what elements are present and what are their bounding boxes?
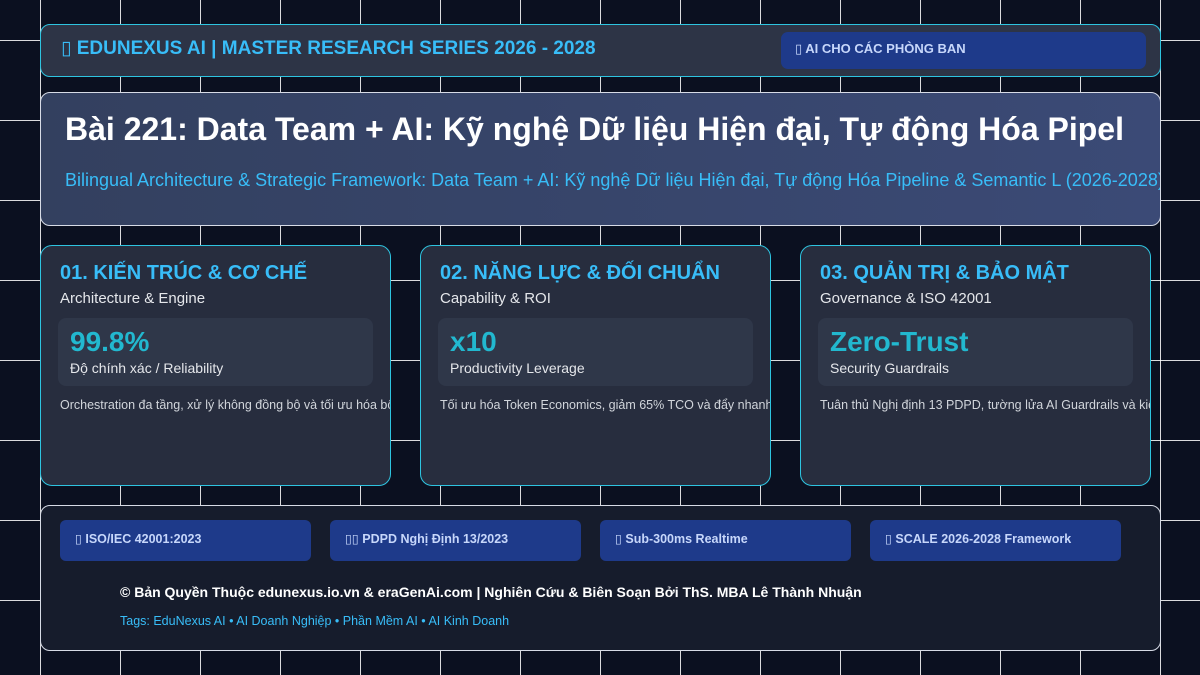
- graduation-cap-icon: ▯: [61, 38, 72, 59]
- realtime-badge-label: Sub-300ms Realtime: [625, 532, 748, 546]
- card-governance: 03. QUẢN TRỊ & BẢO MẬT Governance & ISO …: [800, 245, 1151, 486]
- card-description: Tuân thủ Nghị định 13 PDPD, tường lửa AI…: [820, 398, 1150, 412]
- card-title: 03. QUẢN TRỊ & BẢO MẬT: [820, 262, 1069, 284]
- building-icon: ▯: [795, 41, 803, 56]
- scale-badge-label: SCALE 2026-2028 Framework: [895, 532, 1072, 546]
- card-description: Orchestration đa tầng, xử lý không đồng …: [60, 398, 391, 412]
- card-architecture: 01. KIẾN TRÚC & CƠ CHẾ Architecture & En…: [40, 245, 391, 486]
- realtime-badge[interactable]: ▯ Sub-300ms Realtime: [600, 520, 851, 561]
- scale-badge[interactable]: ▯ SCALE 2026-2028 Framework: [870, 520, 1121, 561]
- card-title: 01. KIẾN TRÚC & CƠ CHẾ: [60, 262, 308, 284]
- footer: ▯ ISO/IEC 42001:2023 ▯▯ PDPD Nghị Định 1…: [40, 505, 1161, 651]
- metric-value: 99.8%: [70, 326, 150, 357]
- pdpd-badge[interactable]: ▯▯ PDPD Nghị Định 13/2023: [330, 520, 581, 561]
- metric-box: Zero-Trust Security Guardrails: [818, 318, 1133, 386]
- chart-icon: ▯: [885, 532, 892, 546]
- iso-badge-label: ISO/IEC 42001:2023: [85, 532, 202, 546]
- header-title-text: EDUNEXUS AI | MASTER RESEARCH SERIES 202…: [76, 38, 596, 59]
- card-subtitle: Capability & ROI: [440, 290, 551, 307]
- metric-label: Security Guardrails: [830, 360, 950, 376]
- hero-panel: Bài 221: Data Team + AI: Kỹ nghệ Dữ liệu…: [40, 92, 1161, 226]
- metric-value: Zero-Trust: [830, 326, 969, 357]
- card-subtitle: Governance & ISO 42001: [820, 290, 992, 307]
- pdpd-badge-label: PDPD Nghị Định 13/2023: [362, 532, 509, 546]
- card-description: Tối ưu hóa Token Economics, giảm 65% TCO…: [440, 398, 771, 412]
- iso-badge[interactable]: ▯ ISO/IEC 42001:2023: [60, 520, 311, 561]
- lightning-icon: ▯: [615, 532, 622, 546]
- page-subtitle: Bilingual Architecture & Strategic Frame…: [65, 170, 1161, 190]
- metric-value: x10: [450, 326, 497, 357]
- header-bar: ▯ EDUNEXUS AI | MASTER RESEARCH SERIES 2…: [40, 24, 1161, 77]
- metric-label: Productivity Leverage: [450, 360, 585, 376]
- shield-icon: ▯: [75, 532, 82, 546]
- page-title: Bài 221: Data Team + AI: Kỹ nghệ Dữ liệu…: [65, 111, 1124, 147]
- flag-icon: ▯▯: [345, 532, 359, 546]
- card-capability: 02. NĂNG LỰC & ĐỐI CHUẨN Capability & RO…: [420, 245, 771, 486]
- card-title: 02. NĂNG LỰC & ĐỐI CHUẨN: [440, 262, 720, 284]
- tags-line[interactable]: Tags: EduNexus AI • AI Doanh Nghiệp • Ph…: [120, 614, 509, 628]
- copyright-text: © Bản Quyền Thuộc edunexus.io.vn & eraGe…: [120, 584, 862, 600]
- metric-box: 99.8% Độ chính xác / Reliability: [58, 318, 373, 386]
- metric-label: Độ chính xác / Reliability: [70, 360, 224, 376]
- department-badge-label: AI CHO CÁC PHÒNG BAN: [805, 41, 966, 56]
- department-badge[interactable]: ▯ AI CHO CÁC PHÒNG BAN: [781, 32, 1146, 69]
- metric-box: x10 Productivity Leverage: [438, 318, 753, 386]
- card-subtitle: Architecture & Engine: [60, 290, 206, 307]
- header-title: ▯ EDUNEXUS AI | MASTER RESEARCH SERIES 2…: [61, 37, 596, 60]
